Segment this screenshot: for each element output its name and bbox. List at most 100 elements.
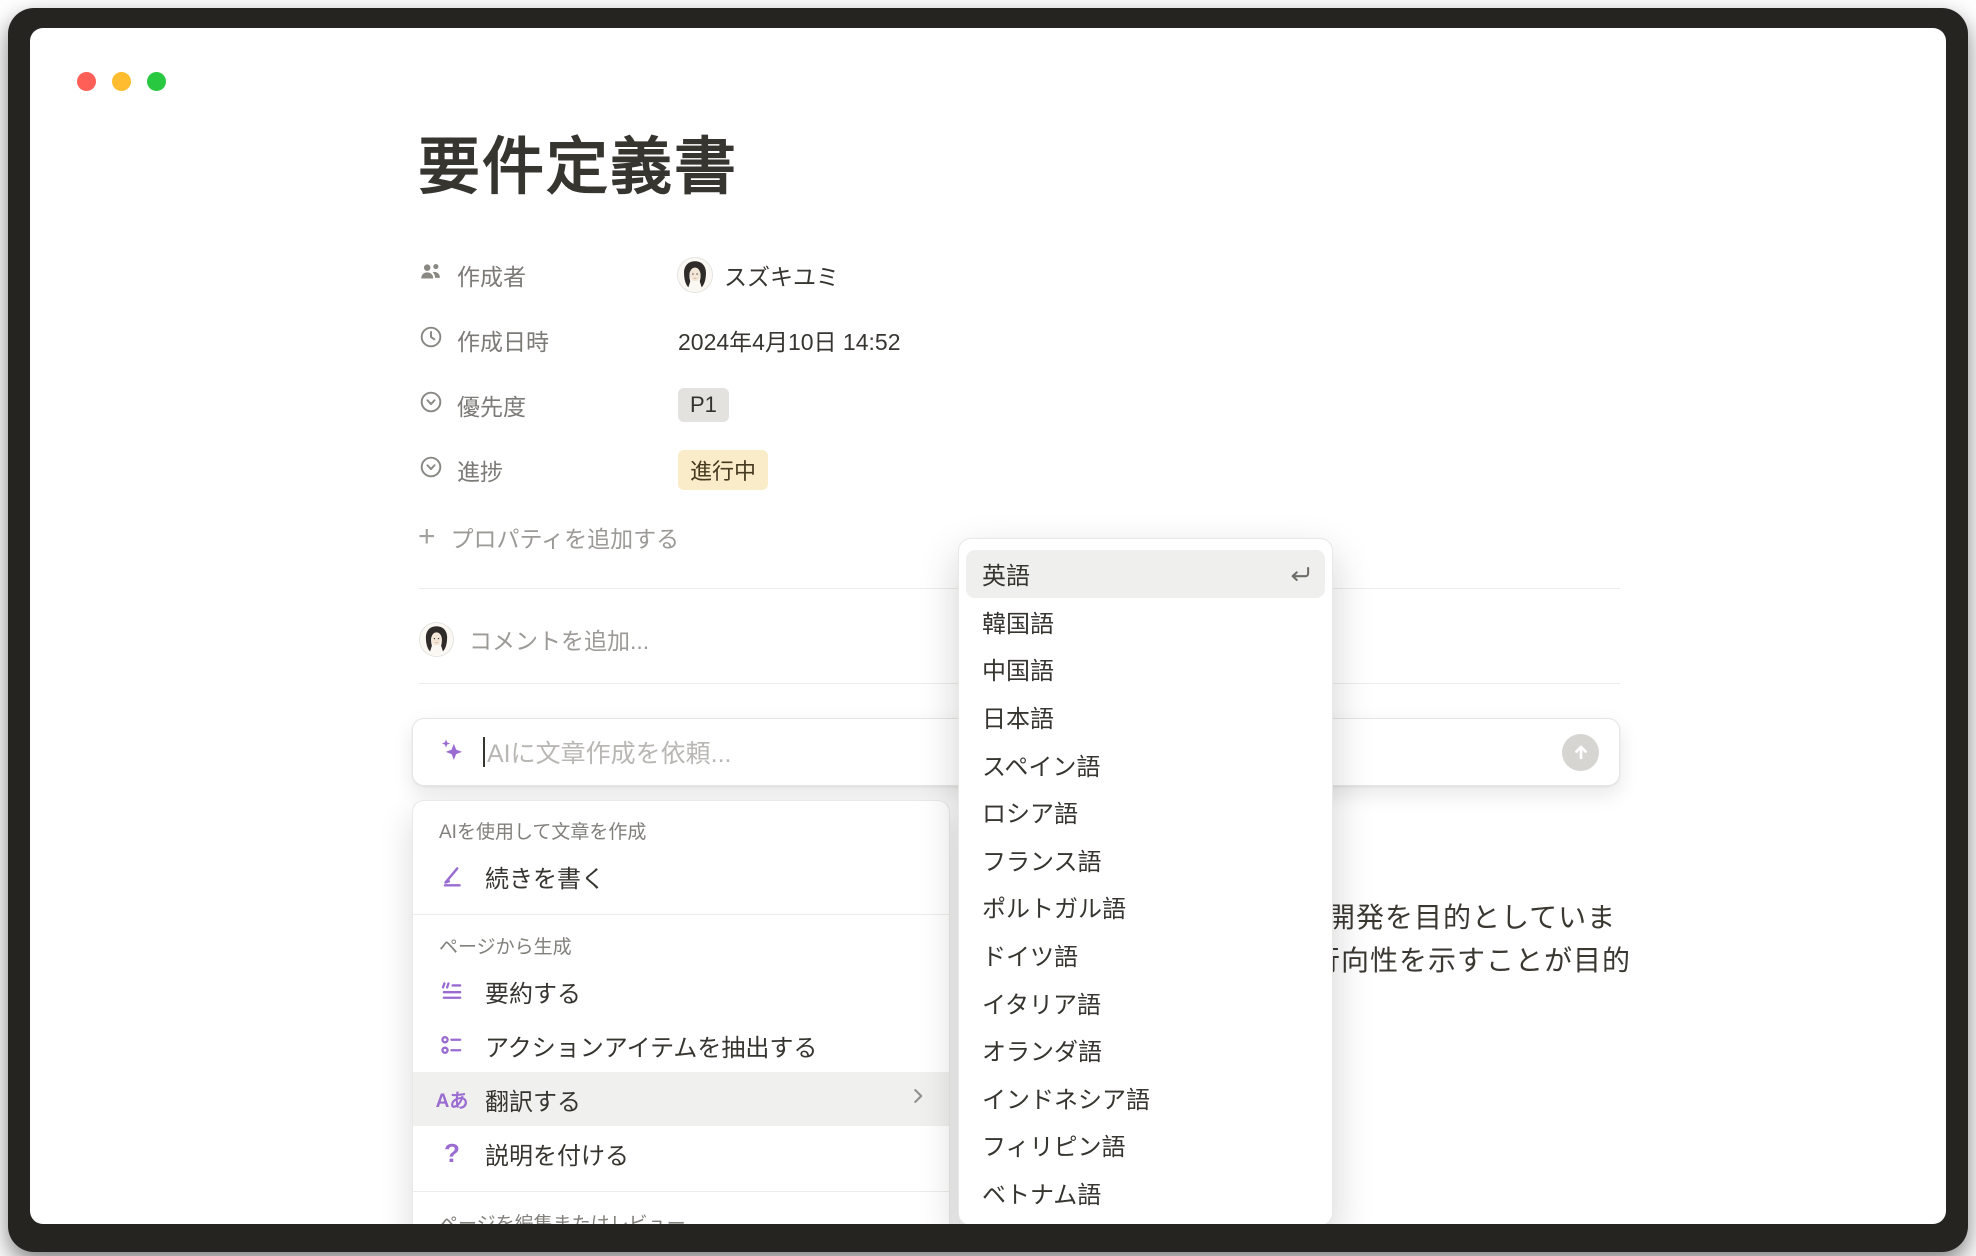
property-row: 作成日時 2024年4月10日 14:52 <box>418 307 1338 372</box>
page-title[interactable]: 要件定義書 <box>418 116 738 206</box>
language-dropdown: 英語 韓国語中国語日本語スペイン語ロシア語フランス語ポルトガル語ドイツ語イタリア… <box>958 538 1333 1224</box>
text-cursor <box>483 737 485 767</box>
language-option[interactable]: ベトナム語 <box>959 1169 1332 1217</box>
menu-item-label: 要約する <box>485 974 581 1009</box>
language-option-label: ポルトガル語 <box>982 889 1126 924</box>
screenshot: 要件定義書 作成者 スズキユミ 作成日時 2024年4月10日 14:52 優先度… <box>0 0 1976 1256</box>
property-label[interactable]: 進捗 <box>418 453 678 487</box>
language-option[interactable]: 英語 <box>966 550 1325 598</box>
person-name: スズキユミ <box>724 258 839 292</box>
language-option-label: インドネシア語 <box>982 1080 1150 1115</box>
language-option[interactable]: 韓国語 <box>959 598 1332 646</box>
property-label-text: 優先度 <box>457 388 526 422</box>
add-property-button[interactable]: + プロパティを追加する <box>418 512 679 562</box>
language-option-label: ロシア語 <box>982 794 1078 829</box>
app-window: 要件定義書 作成者 スズキユミ 作成日時 2024年4月10日 14:52 優先度… <box>30 28 1946 1224</box>
property-row: 優先度 P1 <box>418 372 1338 437</box>
select-icon <box>418 389 444 421</box>
property-label-text: 作成者 <box>457 258 526 292</box>
property-value[interactable]: 進行中 <box>678 450 768 490</box>
people-icon <box>418 259 444 291</box>
sparkle-icon <box>437 735 467 770</box>
question-icon: ? <box>435 1138 469 1169</box>
summary-icon <box>435 977 469 1005</box>
property-value-text: 2024年4月10日 14:52 <box>678 323 901 357</box>
property-value[interactable]: P1 <box>678 388 729 422</box>
action-items-icon <box>435 1031 469 1059</box>
property-row: 作成者 スズキユミ <box>418 242 1338 307</box>
menu-item[interactable]: アクションアイテムを抽出する <box>413 1018 949 1072</box>
language-option[interactable]: ロシア語 <box>959 788 1332 836</box>
property-label[interactable]: 優先度 <box>418 388 678 422</box>
menu-item[interactable]: Aあ翻訳する <box>413 1072 949 1126</box>
page-body-text-line: 行向性を示すことが目的 <box>1312 939 1631 979</box>
language-option-label: 韓国語 <box>982 604 1054 639</box>
menu-item[interactable]: 要約する <box>413 964 949 1018</box>
property-label-text: 作成日時 <box>457 323 549 357</box>
property-value[interactable]: 2024年4月10日 14:52 <box>678 323 901 357</box>
property-row: 進捗 進行中 <box>418 437 1338 502</box>
chevron-right-icon <box>907 1085 929 1114</box>
select-icon <box>418 454 444 486</box>
menu-item-label: 続きを書く <box>485 859 605 894</box>
language-option-label: スペイン語 <box>982 747 1100 782</box>
translate-icon: Aあ <box>435 1086 469 1113</box>
comment-placeholder: コメントを追加... <box>469 622 649 656</box>
menu-item[interactable]: 続きを書く <box>413 849 949 903</box>
property-label-text: 進捗 <box>457 453 503 487</box>
submit-button[interactable] <box>1562 734 1599 771</box>
ai-command-menu: AIを使用して文章を作成 続きを書くページから生成 要約する アクションアイテム… <box>412 800 950 1224</box>
menu-item-label: 翻訳する <box>485 1082 581 1117</box>
menu-item[interactable]: ? 説明を付ける <box>413 1126 949 1180</box>
close-button[interactable] <box>77 72 96 91</box>
menu-section-header: ページを編集またはレビュー <box>413 1203 949 1224</box>
language-option[interactable]: 中国語 <box>959 645 1332 693</box>
menu-item-label: アクションアイテムを抽出する <box>485 1028 817 1063</box>
zoom-button[interactable] <box>147 72 166 91</box>
menu-divider <box>413 1191 949 1192</box>
add-comment-row[interactable]: コメントを追加... <box>420 614 649 664</box>
language-option-label: フランス語 <box>982 842 1102 877</box>
language-option[interactable]: 日本語 <box>959 693 1332 741</box>
language-option[interactable]: ドイツ語 <box>959 931 1332 979</box>
plus-icon: + <box>418 522 436 552</box>
language-option-label: ドイツ語 <box>982 937 1078 972</box>
pencil-icon <box>435 862 469 890</box>
language-option[interactable]: オランダ語 <box>959 1026 1332 1074</box>
language-option[interactable]: ポルトガル語 <box>959 883 1332 931</box>
property-label[interactable]: 作成者 <box>418 258 678 292</box>
minimize-button[interactable] <box>112 72 131 91</box>
property-value[interactable]: スズキユミ <box>678 258 839 292</box>
language-option-label: 日本語 <box>982 699 1054 734</box>
language-option[interactable]: スペイン語 <box>959 740 1332 788</box>
language-option[interactable]: フランス語 <box>959 836 1332 884</box>
avatar <box>420 623 453 656</box>
language-option-label: オランダ語 <box>982 1032 1102 1067</box>
property-list: 作成者 スズキユミ 作成日時2024年4月10日 14:52 優先度P1 進捗進… <box>418 242 1338 502</box>
menu-divider <box>413 914 949 915</box>
language-option-label: フィリピン語 <box>982 1127 1126 1162</box>
question-icon-text: ? <box>444 1138 460 1169</box>
language-option[interactable]: イタリア語 <box>959 978 1332 1026</box>
language-option-label: ベトナム語 <box>982 1175 1101 1210</box>
return-icon <box>1287 561 1313 587</box>
page-body-text-line: 開発を目的としていま <box>1327 896 1616 936</box>
property-label[interactable]: 作成日時 <box>418 323 678 357</box>
status-badge[interactable]: 進行中 <box>678 450 768 490</box>
ai-prompt-placeholder: AIに文章作成を依頼... <box>487 734 731 770</box>
language-option[interactable]: インドネシア語 <box>959 1074 1332 1122</box>
menu-section-header: AIを使用して文章を作成 <box>413 811 949 849</box>
arrow-up-icon <box>1571 742 1591 762</box>
window-controls <box>77 72 166 91</box>
menu-section-header: ページから生成 <box>413 926 949 964</box>
language-option[interactable]: フィリピン語 <box>959 1121 1332 1169</box>
avatar <box>678 258 712 292</box>
menu-item-label: 説明を付ける <box>485 1136 629 1171</box>
language-option-label: 英語 <box>982 556 1030 591</box>
language-option-label: 中国語 <box>982 651 1054 686</box>
add-property-label: プロパティを追加する <box>451 520 680 554</box>
language-option-label: イタリア語 <box>982 985 1101 1020</box>
status-badge[interactable]: P1 <box>678 388 729 422</box>
translate-icon-text: Aあ <box>436 1086 469 1113</box>
clock-icon <box>418 324 444 356</box>
